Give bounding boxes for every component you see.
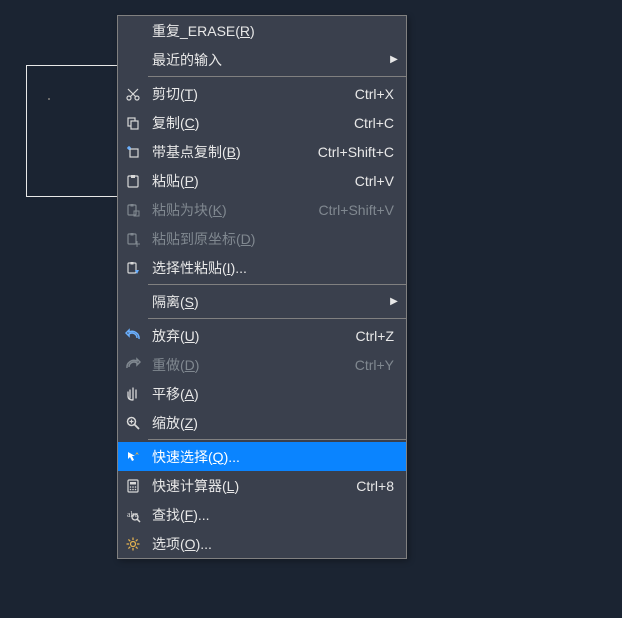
menu-item-paste[interactable]: 粘贴(P)Ctrl+V: [118, 166, 406, 195]
menu-item-recent-input[interactable]: 最近的输入▶: [118, 45, 406, 74]
menu-item-label: 带基点复制(B): [148, 142, 318, 162]
menu-item-label: 复制(C): [148, 113, 354, 133]
menu-item-copy-base[interactable]: 带基点复制(B)Ctrl+Shift+C: [118, 137, 406, 166]
quick-select-icon: [118, 449, 148, 465]
menu-item-label: 粘贴到原坐标(D): [148, 229, 400, 249]
menu-item-copy[interactable]: 复制(C)Ctrl+C: [118, 108, 406, 137]
menu-item-zoom[interactable]: 缩放(Z): [118, 408, 406, 437]
menu-item-undo[interactable]: 放弃(U)Ctrl+Z: [118, 321, 406, 350]
menu-item-label: 放弃(U): [148, 326, 356, 346]
paste-special-icon: [118, 260, 148, 276]
menu-item-shortcut: Ctrl+Y: [355, 357, 400, 373]
menu-item-shortcut: Ctrl+C: [354, 115, 400, 131]
menu-item-isolate[interactable]: 隔离(S)▶: [118, 287, 406, 316]
menu-item-shortcut: Ctrl+Shift+V: [319, 202, 400, 218]
menu-item-cut[interactable]: 剪切(T)Ctrl+X: [118, 79, 406, 108]
menu-item-quick-select[interactable]: 快速选择(Q)...: [118, 442, 406, 471]
copy-icon: [118, 115, 148, 131]
menu-item-label: 查找(F)...: [148, 505, 400, 525]
menu-item-label: 重做(D): [148, 355, 355, 375]
menu-item-quick-calc[interactable]: 快速计算器(L)Ctrl+8: [118, 471, 406, 500]
menu-item-paste-orig: 粘贴到原坐标(D): [118, 224, 406, 253]
undo-icon: [118, 328, 148, 344]
menu-item-label: 选项(O)...: [148, 534, 400, 554]
menu-item-label: 隔离(S): [148, 292, 388, 312]
menu-item-label: 缩放(Z): [148, 413, 400, 433]
menu-item-label: 快速计算器(L): [148, 476, 356, 496]
menu-separator: [148, 439, 406, 440]
menu-item-label: 粘贴(P): [148, 171, 355, 191]
menu-item-pan[interactable]: 平移(A): [118, 379, 406, 408]
drawing-point: [48, 98, 50, 100]
menu-item-paste-block: 粘贴为块(K)Ctrl+Shift+V: [118, 195, 406, 224]
menu-item-label: 最近的输入: [148, 50, 388, 70]
paste-orig-icon: [118, 231, 148, 247]
menu-item-shortcut: Ctrl+Shift+C: [318, 144, 400, 160]
menu-item-options[interactable]: 选项(O)...: [118, 529, 406, 558]
menu-item-shortcut: Ctrl+X: [355, 86, 400, 102]
submenu-arrow-icon: ▶: [388, 296, 400, 307]
pan-icon: [118, 386, 148, 402]
menu-item-label: 选择性粘贴(I)...: [148, 258, 400, 278]
menu-separator: [148, 76, 406, 77]
drawing-rectangle: [26, 65, 118, 197]
paste-icon: [118, 173, 148, 189]
menu-item-label: 平移(A): [148, 384, 400, 404]
menu-separator: [148, 318, 406, 319]
menu-item-label: 粘贴为块(K): [148, 200, 319, 220]
paste-block-icon: [118, 202, 148, 218]
zoom-icon: [118, 415, 148, 431]
menu-item-find[interactable]: abc查找(F)...: [118, 500, 406, 529]
gear-icon: [118, 536, 148, 552]
menu-item-shortcut: Ctrl+V: [355, 173, 400, 189]
copy-base-icon: [118, 144, 148, 160]
menu-item-shortcut: Ctrl+8: [356, 478, 400, 494]
submenu-arrow-icon: ▶: [388, 54, 400, 65]
scissors-icon: [118, 86, 148, 102]
menu-separator: [148, 284, 406, 285]
menu-item-label: 剪切(T): [148, 84, 355, 104]
menu-item-paste-special[interactable]: 选择性粘贴(I)...: [118, 253, 406, 282]
calculator-icon: [118, 478, 148, 494]
redo-icon: [118, 357, 148, 373]
menu-item-redo: 重做(D)Ctrl+Y: [118, 350, 406, 379]
find-icon: abc: [118, 507, 148, 523]
menu-item-repeat-erase[interactable]: 重复_ERASE(R): [118, 16, 406, 45]
menu-item-label: 快速选择(Q)...: [148, 447, 400, 467]
menu-item-shortcut: Ctrl+Z: [356, 328, 401, 344]
menu-item-label: 重复_ERASE(R): [148, 21, 400, 41]
context-menu: 重复_ERASE(R)最近的输入▶剪切(T)Ctrl+X复制(C)Ctrl+C带…: [117, 15, 407, 559]
